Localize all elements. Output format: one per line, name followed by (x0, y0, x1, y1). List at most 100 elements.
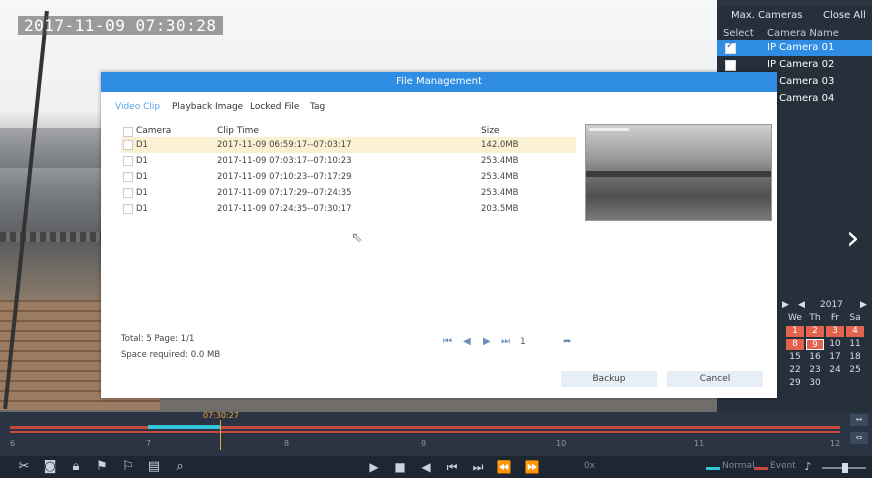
calendar-day[interactable]: 24 (826, 365, 844, 376)
clip-preview-thumbnail (585, 124, 772, 221)
timeline-hour-tick: 12 (830, 439, 841, 448)
calendar-day[interactable]: 15 (786, 352, 804, 363)
row-checkbox[interactable] (123, 188, 133, 198)
calendar-day-selected[interactable]: 9 (806, 339, 824, 350)
chevron-right-icon[interactable]: › (846, 218, 872, 258)
row-checkbox[interactable] (123, 156, 133, 166)
select-all-checkbox[interactable] (123, 127, 133, 137)
calendar-day[interactable]: 3 (826, 326, 844, 337)
cell-clip-time: 2017-11-09 06:59:17--07:03:17 (217, 140, 352, 150)
timeline-hour-tick: 8 (284, 439, 290, 448)
camera-name: IP Camera 02 (767, 59, 835, 70)
weekday-label: We (788, 313, 802, 323)
save-icon[interactable]: ▤ (146, 459, 162, 475)
weekday-label: Sa (849, 313, 861, 323)
cell-size: 253.4MB (481, 172, 519, 182)
mouse-cursor-icon: ⇖ (351, 230, 363, 246)
space-required-info: Space required: 0.0 MB (121, 350, 221, 360)
calendar-day[interactable]: 10 (826, 339, 844, 350)
row-checkbox[interactable] (123, 172, 133, 182)
tag-icon[interactable]: ⚑ (94, 459, 110, 475)
calendar: ▶ ◀ 2017 ▶ We Th Fr Sa 1 2 3 4 8 9 10 11… (778, 300, 870, 400)
step-forward-icon[interactable]: ⏭ (470, 459, 486, 475)
video-timestamp: 2017-11-09 07:30:28 (18, 16, 223, 35)
first-page-icon[interactable]: ⏮ (443, 336, 452, 347)
cell-clip-time: 2017-11-09 07:24:35--07:30:17 (217, 204, 352, 214)
backup-button[interactable]: Backup (561, 371, 657, 387)
tab-locked-file[interactable]: Locked File (250, 102, 299, 112)
go-to-page-icon[interactable]: ➦ (563, 336, 571, 347)
calendar-day[interactable]: 18 (846, 352, 864, 363)
cell-camera: D1 (136, 140, 148, 150)
playback-timeline[interactable] (0, 412, 872, 456)
table-row[interactable]: D1 2017-11-09 07:10:23--07:17:29 253.4MB (121, 169, 576, 185)
calendar-prev-year-icon[interactable]: ◀ (798, 300, 805, 310)
camera-checkbox[interactable] (725, 60, 736, 71)
timeline-hour-tick: 6 (10, 439, 16, 448)
row-checkbox[interactable] (123, 204, 133, 214)
tab-playback-image[interactable]: Playback Image (172, 102, 243, 112)
page-number-field[interactable]: 1 (520, 337, 526, 347)
table-row[interactable]: D1 2017-11-09 07:03:17--07:10:23 253.4MB (121, 153, 576, 169)
timeline-hour-tick: 11 (694, 439, 705, 448)
snapshot-icon[interactable]: ◙ (42, 459, 58, 475)
custom-tag-icon[interactable]: ⚐ (120, 459, 136, 475)
volume-icon[interactable]: ♪ (800, 459, 816, 475)
calendar-day[interactable]: 29 (786, 378, 804, 389)
calendar-day[interactable]: 1 (786, 326, 804, 337)
previous-page-icon[interactable]: ◀ (463, 336, 471, 347)
calendar-day[interactable]: 22 (786, 365, 804, 376)
cell-camera: D1 (136, 156, 148, 166)
stop-icon[interactable]: ■ (392, 459, 408, 475)
tab-tag[interactable]: Tag (310, 102, 325, 112)
row-checkbox[interactable] (123, 140, 133, 150)
camera-name: IP Camera 01 (767, 42, 835, 53)
close-all-button[interactable]: Close All (823, 6, 866, 26)
next-page-icon[interactable]: ▶ (483, 336, 491, 347)
last-page-icon[interactable]: ⏭ (501, 336, 510, 347)
cell-clip-time: 2017-11-09 07:03:17--07:10:23 (217, 156, 352, 166)
thumbnail-timestamp (589, 128, 629, 131)
calendar-day[interactable]: 25 (846, 365, 864, 376)
table-row[interactable]: D1 2017-11-09 07:17:29--07:24:35 253.4MB (121, 185, 576, 201)
legend-event-label: Event (770, 461, 796, 471)
camera-row-01[interactable]: IP Camera 01 (717, 40, 872, 56)
cell-camera: D1 (136, 172, 148, 182)
table-row[interactable]: D1 2017-11-09 07:24:35--07:30:17 203.5MB (121, 201, 576, 217)
lock-icon[interactable]: 🔒︎ (68, 459, 84, 475)
cancel-button[interactable]: Cancel (667, 371, 763, 387)
fast-forward-icon[interactable]: ⏩ (524, 459, 540, 475)
table-row[interactable]: D1 2017-11-09 06:59:17--07:03:17 142.0MB (121, 137, 576, 153)
zoom-out-timeline-icon[interactable]: ⇔ (850, 432, 868, 444)
calendar-day[interactable]: 2 (806, 326, 824, 337)
cell-size: 253.4MB (481, 188, 519, 198)
zoom-in-timeline-icon[interactable]: ↔ (850, 414, 868, 426)
camera-checkbox[interactable] (725, 40, 736, 54)
calendar-day[interactable]: 4 (846, 326, 864, 337)
volume-slider-handle[interactable] (842, 463, 848, 473)
slow-play-icon[interactable]: ⏪ (496, 459, 512, 475)
max-cameras-button[interactable]: Max. Cameras (731, 6, 802, 26)
calendar-day[interactable]: 16 (806, 352, 824, 363)
calendar-day[interactable]: 17 (826, 352, 844, 363)
calendar-day[interactable]: 8 (786, 339, 804, 350)
play-icon[interactable]: ▶ (366, 459, 382, 475)
calendar-day[interactable]: 30 (806, 378, 824, 389)
digital-zoom-icon[interactable]: ⌕ (172, 459, 188, 475)
calendar-day[interactable]: 11 (846, 339, 864, 350)
thumbnail-road (586, 171, 771, 177)
weekday-label: Fr (830, 313, 840, 323)
column-header-camera: Camera (136, 126, 172, 136)
column-header-size: Size (481, 126, 500, 136)
calendar-year: 2017 (820, 300, 843, 310)
legend-normal-swatch (706, 467, 720, 470)
tab-video-clip[interactable]: Video Clip (115, 102, 160, 112)
clip-icon[interactable]: ✂ (16, 459, 32, 475)
calendar-next-year-icon[interactable]: ▶ (860, 300, 867, 310)
calendar-day[interactable]: 23 (806, 365, 824, 376)
reverse-play-icon[interactable]: ◀ (418, 459, 434, 475)
step-back-icon[interactable]: ⏮ (444, 459, 460, 475)
calendar-prev-month-icon[interactable]: ▶ (782, 300, 789, 310)
timeline-cursor[interactable] (220, 420, 221, 450)
camera-row-02[interactable]: IP Camera 02 (717, 57, 872, 73)
